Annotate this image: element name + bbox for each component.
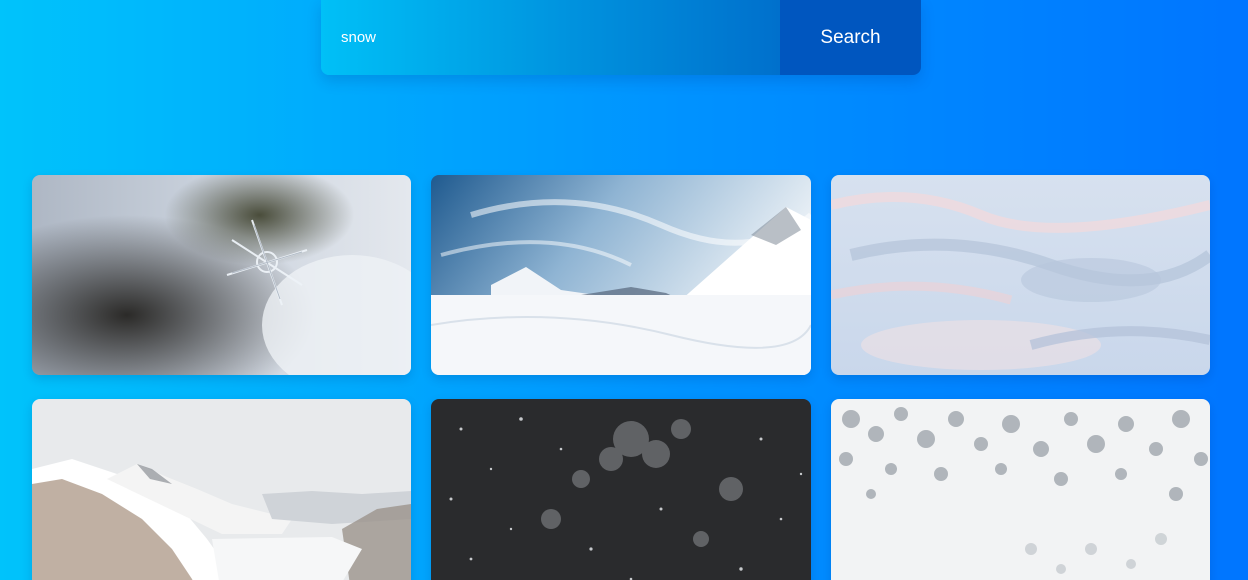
image-results-grid bbox=[32, 175, 1210, 580]
image-card-mountain-range[interactable] bbox=[32, 399, 411, 580]
search-input[interactable] bbox=[321, 0, 780, 75]
search-bar: Search bbox=[321, 0, 921, 75]
image-card-snow-dunes[interactable] bbox=[831, 175, 1210, 375]
image-card-falling-snow[interactable] bbox=[431, 399, 811, 580]
image-card-snowflake[interactable] bbox=[32, 175, 411, 375]
mountain-range-image bbox=[32, 399, 411, 580]
snow-forest-image bbox=[831, 399, 1210, 580]
search-button[interactable]: Search bbox=[780, 0, 921, 75]
falling-snow-image bbox=[431, 399, 811, 580]
snow-dunes-image bbox=[831, 175, 1210, 375]
image-card-snow-forest[interactable] bbox=[831, 399, 1210, 580]
snowflake-closeup-image bbox=[32, 175, 411, 375]
image-card-mountain-peak[interactable] bbox=[431, 175, 811, 375]
snowy-mountain-image bbox=[431, 175, 811, 375]
